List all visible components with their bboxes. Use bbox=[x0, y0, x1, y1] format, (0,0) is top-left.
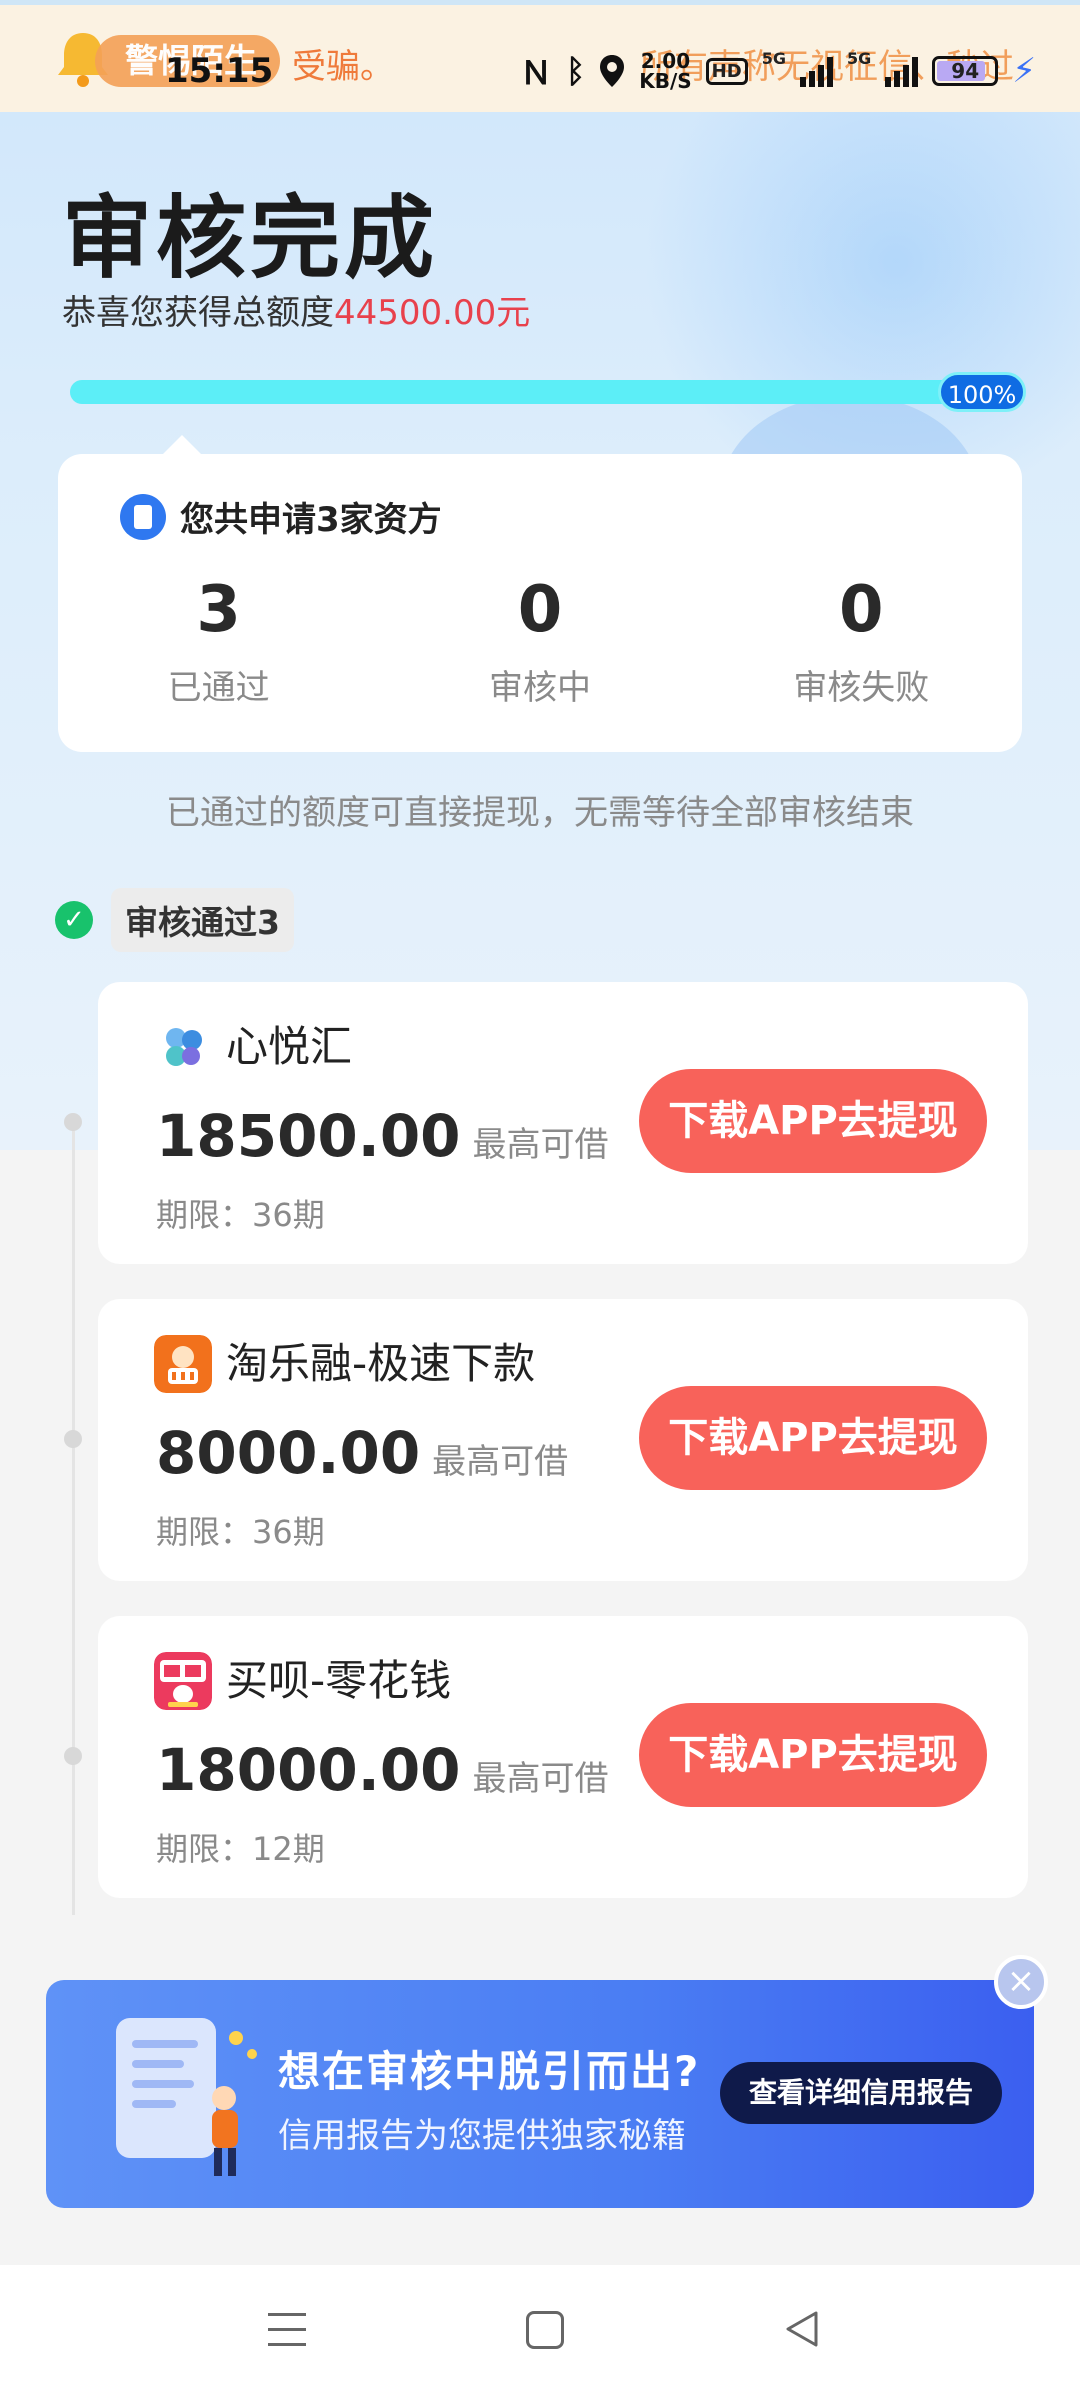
lender-card: 买呗-零花钱 18000.00 最高可借 期限：12期 下载APP去提现 bbox=[98, 1616, 1028, 1898]
timeline-line bbox=[72, 1120, 75, 1915]
lender-card: 心悦汇 18500.00 最高可借 期限：36期 下载APP去提现 bbox=[98, 982, 1028, 1264]
download-withdraw-button[interactable]: 下载APP去提现 bbox=[639, 1069, 987, 1173]
page-subtitle: 恭喜您获得总额度44500.00元 bbox=[62, 285, 530, 334]
lender-name: 淘乐融-极速下款 bbox=[226, 1339, 536, 1388]
charging-icon: ⚡ bbox=[1012, 51, 1037, 91]
passed-section-header: ✓ 审核通过3 bbox=[55, 888, 294, 952]
download-withdraw-button[interactable]: 下载APP去提现 bbox=[639, 1386, 987, 1490]
stat-label: 审核失败 bbox=[793, 668, 930, 708]
status-icons: Ｎ ᛒ 2.00 KB/S HD 5G 5G 94 ⚡ bbox=[520, 49, 1036, 93]
lender-amount-row: 18500.00 最高可借 bbox=[156, 1102, 609, 1170]
speed-unit: KB/S bbox=[639, 69, 692, 93]
timeline-dot bbox=[64, 1747, 82, 1765]
network-type-2: 5G bbox=[846, 49, 872, 68]
lender-amount: 8000.00 bbox=[156, 1419, 421, 1487]
battery-icon: 94 bbox=[932, 56, 999, 86]
status-time: 15:15 bbox=[165, 51, 274, 91]
progress-bar bbox=[70, 380, 1025, 404]
location-icon bbox=[600, 55, 625, 87]
lender-card: 淘乐融-极速下款 8000.00 最高可借 期限：36期 下载APP去提现 bbox=[98, 1299, 1028, 1581]
system-navigation-bar bbox=[0, 2265, 1080, 2400]
view-credit-report-button[interactable]: 查看详细信用报告 bbox=[720, 2062, 1002, 2124]
stat-label: 审核中 bbox=[488, 668, 591, 708]
document-icon bbox=[120, 493, 166, 540]
progress-badge: 100% bbox=[938, 372, 1026, 412]
lender-amount-label: 最高可借 bbox=[472, 1759, 609, 1799]
lender-term: 期限：36期 bbox=[156, 1196, 325, 1234]
back-icon[interactable] bbox=[782, 2309, 822, 2349]
stat-label: 已通过 bbox=[167, 668, 270, 708]
withdraw-hint: 已通过的额度可直接提现，无需等待全部审核结束 bbox=[166, 793, 914, 833]
page-title: 审核完成 bbox=[62, 186, 438, 291]
maibei-logo-icon bbox=[154, 1652, 212, 1710]
credit-report-banner[interactable]: 想在审核中脱引而出? 信用报告为您提供独家秘籍 查看详细信用报告 bbox=[46, 1980, 1034, 2208]
signal-icon-2 bbox=[885, 55, 919, 87]
subtitle-prefix: 恭喜您获得总额度 bbox=[62, 293, 334, 333]
lender-amount-label: 最高可借 bbox=[472, 1125, 609, 1165]
progress-fill bbox=[70, 380, 1025, 404]
timeline-dot bbox=[64, 1113, 82, 1131]
lender-term: 期限：12期 bbox=[156, 1830, 325, 1868]
network-type-1: 5G bbox=[761, 49, 786, 68]
summary-heading: 您共申请3家资方 bbox=[120, 492, 442, 541]
stat-passed: 3 已通过 bbox=[58, 574, 379, 709]
summary-heading-text: 您共申请3家资方 bbox=[180, 500, 442, 540]
network-speed: 2.00 KB/S bbox=[639, 51, 691, 91]
lender-amount-label: 最高可借 bbox=[432, 1442, 569, 1482]
banner-title: 想在审核中脱引而出? bbox=[278, 2047, 701, 2096]
stat-reviewing: 0 审核中 bbox=[379, 574, 700, 709]
orange-mascot-logo-icon bbox=[154, 1335, 212, 1393]
banner-subtitle: 信用报告为您提供独家秘籍 bbox=[278, 2116, 686, 2156]
battery-level: 94 bbox=[951, 59, 980, 83]
menu-icon[interactable] bbox=[268, 2313, 306, 2347]
lender-amount-row: 8000.00 最高可借 bbox=[156, 1419, 568, 1487]
lender-amount: 18500.00 bbox=[156, 1102, 461, 1170]
bluetooth-icon: ᛒ bbox=[566, 52, 586, 90]
stat-failed: 0 审核失败 bbox=[701, 574, 1022, 709]
check-icon: ✓ bbox=[55, 901, 93, 939]
timeline-dot bbox=[64, 1430, 82, 1448]
stat-value: 3 bbox=[196, 573, 241, 647]
total-amount: 44500.00元 bbox=[334, 293, 531, 333]
passed-section-label: 审核通过3 bbox=[111, 888, 294, 952]
application-summary-card: 您共申请3家资方 3 已通过 0 审核中 0 审核失败 bbox=[58, 454, 1022, 752]
home-icon[interactable] bbox=[526, 2311, 564, 2349]
speed-value: 2.00 bbox=[640, 49, 691, 73]
download-withdraw-button[interactable]: 下载APP去提现 bbox=[639, 1703, 987, 1807]
lender-name: 买呗-零花钱 bbox=[226, 1656, 452, 1705]
summary-stats: 3 已通过 0 审核中 0 审核失败 bbox=[58, 574, 1022, 709]
clover-logo-icon bbox=[166, 1028, 202, 1066]
stat-value: 0 bbox=[517, 573, 563, 647]
lender-name: 心悦汇 bbox=[226, 1022, 353, 1071]
lender-amount-row: 18000.00 最高可借 bbox=[156, 1736, 609, 1804]
stat-value: 0 bbox=[839, 573, 884, 647]
alert-text: 受骗。 bbox=[292, 47, 394, 87]
lender-term: 期限：36期 bbox=[156, 1513, 325, 1551]
report-scroll-illustration-icon bbox=[116, 2018, 257, 2176]
hd-icon: HD bbox=[705, 57, 748, 85]
close-icon[interactable]: × bbox=[994, 1955, 1048, 2009]
status-bar: 警惕陌生 受骗。 所有声称无视征信、秒过 15:15 Ｎ ᛒ 2.00 KB/S… bbox=[0, 0, 1080, 112]
nfc-icon: Ｎ bbox=[520, 54, 553, 92]
lender-amount: 18000.00 bbox=[156, 1736, 461, 1804]
signal-icon bbox=[799, 55, 833, 87]
